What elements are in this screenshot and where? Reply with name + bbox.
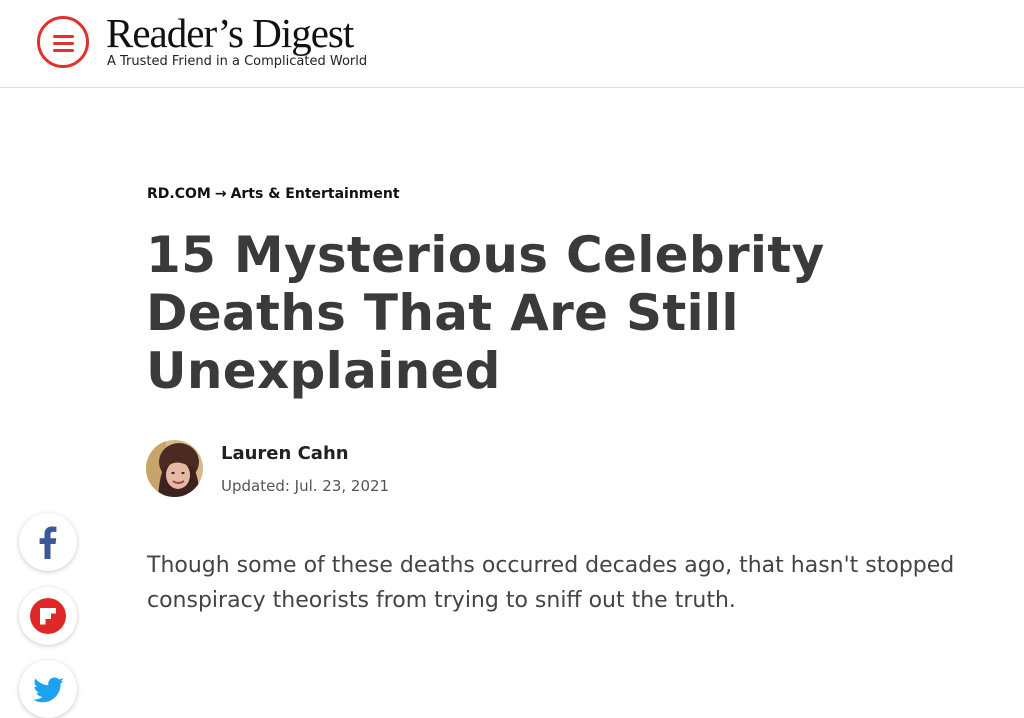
article-dek: Though some of these deaths occurred dec… (147, 553, 955, 613)
facebook-share-button[interactable] (19, 513, 77, 571)
article-title: 15 Mysterious Celebrity Deaths That Are … (146, 226, 825, 400)
author-name-link[interactable]: Lauren Cahn (221, 443, 349, 464)
updated-date: Updated: Jul. 23, 2021 (221, 477, 390, 495)
twitter-icon (33, 677, 64, 703)
hamburger-menu-icon (53, 35, 74, 38)
author-avatar[interactable] (146, 440, 203, 497)
menu-button[interactable] (37, 16, 89, 68)
site-tagline: A Trusted Friend in a Complicated World (107, 54, 368, 69)
flipboard-icon (30, 598, 66, 634)
site-logo[interactable]: Reader’s Digest (106, 9, 354, 57)
breadcrumb-section-link[interactable]: Arts & Entertainment (231, 186, 400, 202)
site-header: Reader’s Digest A Trusted Friend in a Co… (0, 0, 1024, 88)
breadcrumb: RD.COM → Arts & Entertainment (147, 186, 400, 202)
facebook-icon (39, 526, 57, 559)
flipboard-share-button[interactable] (19, 587, 77, 645)
twitter-share-button[interactable] (19, 660, 77, 718)
breadcrumb-home-link[interactable]: RD.COM (147, 186, 211, 202)
breadcrumb-separator: → (214, 186, 227, 202)
